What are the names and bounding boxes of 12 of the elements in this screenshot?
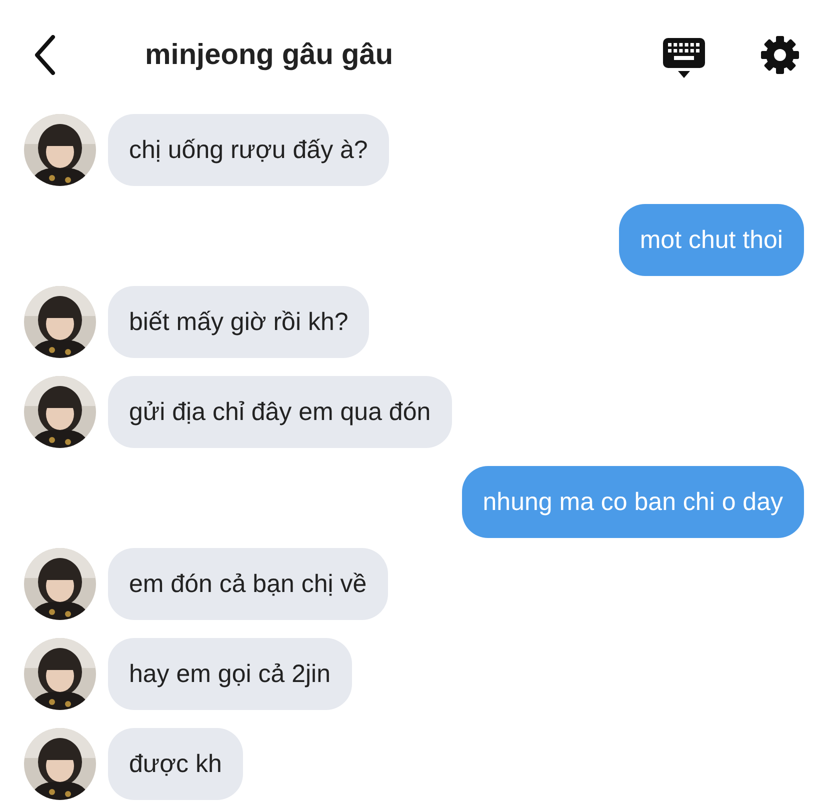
message-bubble: mot chut thoi [618, 204, 804, 276]
settings-icon[interactable] [760, 35, 800, 75]
keyboard-icon[interactable] [663, 38, 705, 78]
chat-title: minjeong gâu gâu [145, 38, 394, 72]
message-bubble: được kh [108, 728, 243, 800]
message-bubble: biết mấy giờ rồi kh? [108, 286, 370, 358]
message-bubble: em đón cả bạn chị về [108, 548, 388, 620]
message-bubble: chị uống rượu đấy à? [108, 114, 389, 186]
message-bubble: nhung ma co ban chi o day [462, 466, 804, 538]
message-bubble: gửi địa chỉ đây em qua đón [108, 376, 452, 448]
back-icon[interactable] [33, 35, 57, 75]
message-bubble: hay em gọi cả 2jin [108, 638, 352, 710]
